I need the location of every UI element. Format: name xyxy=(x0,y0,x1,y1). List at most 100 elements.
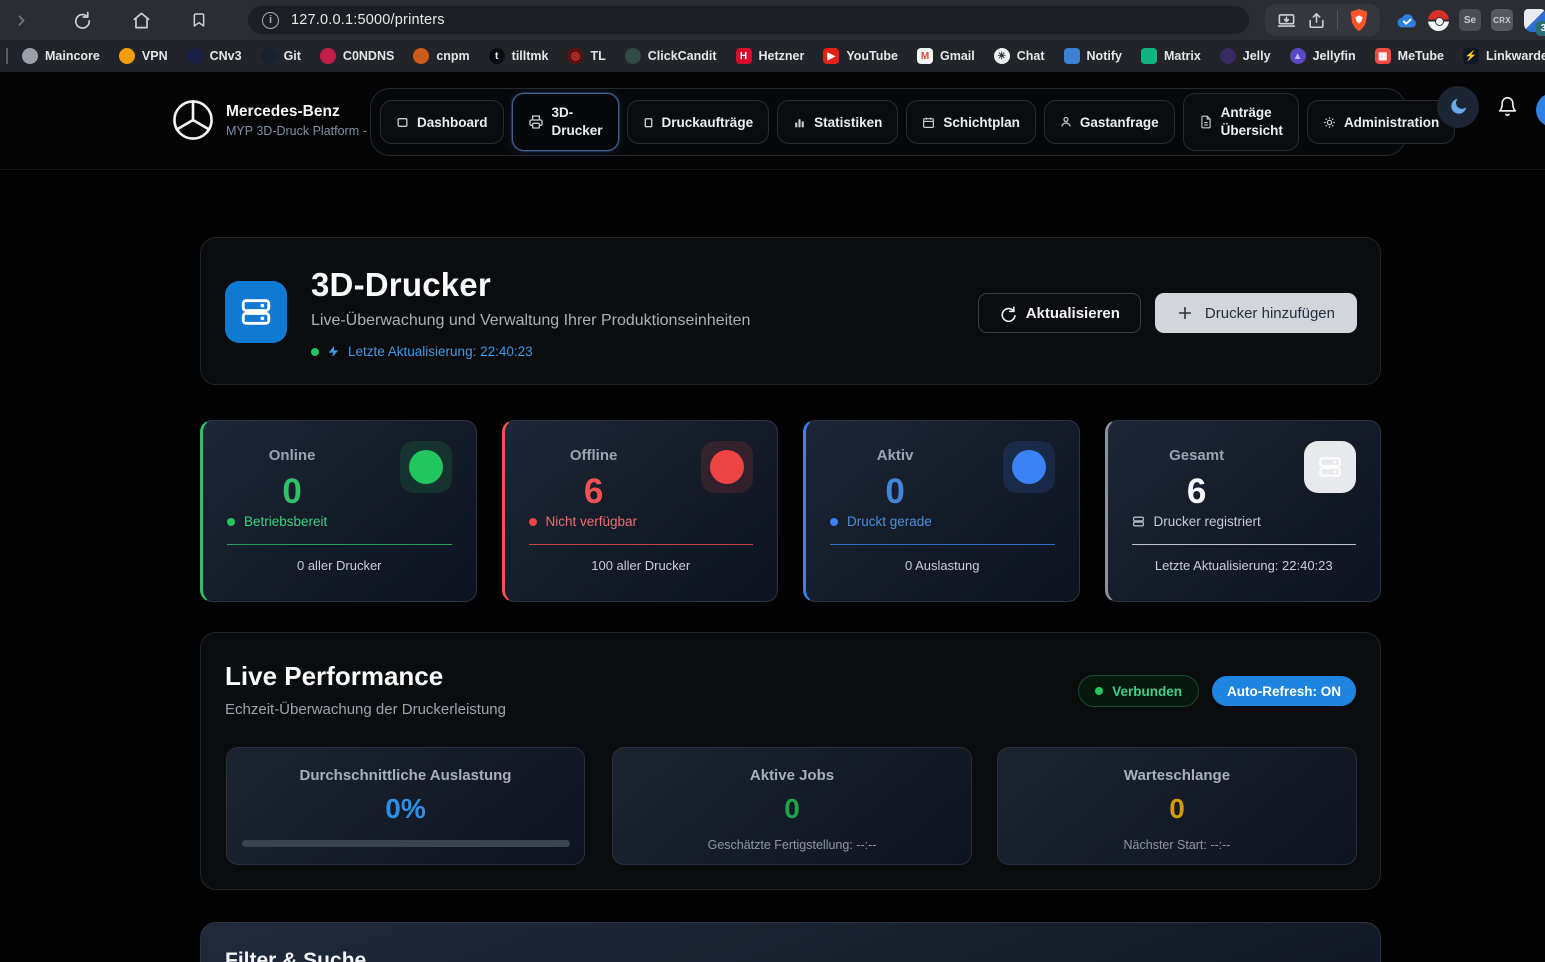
dashboard-icon xyxy=(396,116,409,129)
selenium-extension-icon[interactable]: Se xyxy=(1459,9,1481,31)
nav-tab-statistiken[interactable]: Statistiken xyxy=(777,100,898,144)
filter-search-title: Filter & Suche xyxy=(225,949,366,962)
nav-tab-antraege-uebersicht[interactable]: AnträgeÜbersicht xyxy=(1183,93,1299,151)
address-bar[interactable]: i 127.0.0.1:5000/printers xyxy=(248,6,1249,34)
stat-card-aktiv: Aktiv 0 Druckt gerade 0 Auslastung xyxy=(803,420,1080,602)
bookmark-item[interactable]: CNv3 xyxy=(187,48,242,64)
main-nav: Dashboard 3D-Drucker Druckaufträge Stati… xyxy=(370,88,1406,156)
divider xyxy=(227,544,452,545)
page-header-card: 3D-Drucker Live-Überwachung und Verwaltu… xyxy=(200,237,1381,385)
nav-tab-druckauftraege[interactable]: Druckaufträge xyxy=(627,100,770,144)
bookmark-item[interactable]: ▦ MeTube xyxy=(1375,48,1444,64)
bookmark-label: TL xyxy=(590,49,605,63)
divider xyxy=(830,544,1055,545)
bookmark-label: VPN xyxy=(142,49,168,63)
share-icon[interactable] xyxy=(1301,5,1331,35)
bookmark-favicon xyxy=(22,48,38,64)
crx-extension-icon[interactable]: CRX xyxy=(1491,9,1513,31)
site-info-icon[interactable]: i xyxy=(262,12,279,29)
bookmark-item[interactable]: ▲ Jellyfin xyxy=(1290,48,1356,64)
calendar-icon xyxy=(922,116,935,129)
nav-tab-gastanfrage[interactable]: Gastanfrage xyxy=(1044,100,1175,144)
page-subtitle: Live-Überwachung und Verwaltung Ihrer Pr… xyxy=(311,312,750,330)
live-performance-card: Live Performance Echzeit-Überwachung der… xyxy=(200,632,1381,890)
avatar[interactable] xyxy=(1536,93,1545,127)
bookmark-favicon xyxy=(187,48,203,64)
refresh-button[interactable]: Aktualisieren xyxy=(978,293,1141,333)
cloud-sync-icon[interactable] xyxy=(1396,9,1418,31)
auto-refresh-toggle[interactable]: Auto-Refresh: ON xyxy=(1212,676,1356,706)
bookmark-item[interactable]: M Gmail xyxy=(917,48,975,64)
add-printer-button[interactable]: Drucker hinzufügen xyxy=(1155,293,1357,333)
stats-row: Online 0 Betriebsbereit 0 aller Drucker … xyxy=(200,420,1381,602)
bookmark-label: Git xyxy=(284,49,301,63)
bookmark-label: YouTube xyxy=(846,49,898,63)
connected-dot xyxy=(1095,687,1103,695)
bookmark-item[interactable]: ◎ TL xyxy=(567,48,605,64)
bookmark-label: tilltmk xyxy=(512,49,549,63)
nav-tab-schichtplan[interactable]: Schichtplan xyxy=(906,100,1036,144)
stat-card-gesamt: Gesamt 6 Drucker registriert Letzte Aktu… xyxy=(1105,420,1382,602)
bookmark-item[interactable]: Jelly xyxy=(1220,48,1271,64)
bookmark-item[interactable]: H Hetzner xyxy=(736,48,805,64)
bookmark-item[interactable]: Matrix xyxy=(1141,48,1201,64)
url-text[interactable]: 127.0.0.1:5000/printers xyxy=(291,12,445,28)
forward-icon[interactable] xyxy=(6,5,36,35)
stat-status: Betriebsbereit xyxy=(227,514,452,529)
bookmark-item[interactable]: ClickCandit xyxy=(625,48,717,64)
bookmark-favicon: t xyxy=(489,48,505,64)
refresh-icon xyxy=(999,305,1016,322)
reload-icon[interactable] xyxy=(66,5,96,35)
notifications-button[interactable] xyxy=(1497,96,1518,117)
live-performance-subtitle: Echzeit-Überwachung der Druckerleistung xyxy=(225,701,506,718)
stat-label: Offline xyxy=(570,447,618,464)
bookmark-label: Notify xyxy=(1087,49,1122,63)
server-mini-icon xyxy=(1132,515,1145,528)
stat-status: Druckt gerade xyxy=(830,514,1055,529)
online-dot xyxy=(311,348,319,356)
printer-server-icon xyxy=(225,281,287,343)
gear-icon xyxy=(1323,116,1336,129)
page-header-actions: Aktualisieren Drucker hinzufügen xyxy=(978,293,1357,333)
bookmark-flag-icon[interactable] xyxy=(184,5,214,35)
bookmark-favicon: H xyxy=(736,48,752,64)
bookmark-favicon xyxy=(320,48,336,64)
brave-shield-icon[interactable] xyxy=(1344,5,1374,35)
bookmark-label: MeTube xyxy=(1398,49,1444,63)
nav-tab-dashboard[interactable]: Dashboard xyxy=(380,100,504,144)
home-icon[interactable] xyxy=(126,5,156,35)
stat-value: 6 xyxy=(1187,472,1206,512)
theme-toggle-button[interactable] xyxy=(1437,86,1479,128)
bookmark-item[interactable]: t tilltmk xyxy=(489,48,549,64)
bookmark-item[interactable]: ▶ YouTube xyxy=(823,48,898,64)
bookmark-label: CNv3 xyxy=(210,49,242,63)
stat-card-online: Online 0 Betriebsbereit 0 aller Drucker xyxy=(200,420,477,602)
send-to-device-icon[interactable] xyxy=(1271,5,1301,35)
bookmark-item[interactable]: Git xyxy=(261,48,301,64)
stat-label: Aktiv xyxy=(877,447,914,464)
bookmark-favicon xyxy=(261,48,277,64)
brand-title: Mercedes-Benz xyxy=(226,103,367,121)
live-performance-title: Live Performance xyxy=(225,661,443,692)
bookmark-item[interactable]: Notify xyxy=(1064,48,1122,64)
queue-card: Warteschlange 0 Nächster Start: --:-- xyxy=(997,747,1357,865)
privacy-shield-extension-icon[interactable]: 3 xyxy=(1523,9,1545,31)
print-jobs-icon xyxy=(643,117,654,128)
bookmark-item[interactable]: VPN xyxy=(119,48,168,64)
bookmark-label: Jelly xyxy=(1243,49,1271,63)
bookmark-item[interactable]: C0NDNS xyxy=(320,48,394,64)
bookmark-label: C0NDNS xyxy=(343,49,394,63)
status-dot xyxy=(830,518,838,526)
printer-registered-icon xyxy=(1304,441,1356,493)
pokeball-extension-icon[interactable] xyxy=(1428,10,1449,31)
bookmark-item[interactable]: Maincore xyxy=(22,48,100,64)
app-header: Mercedes-Benz MYP 3D-Druck Platform - Da… xyxy=(0,72,1545,170)
toolbar-action-group xyxy=(1265,4,1380,36)
bookmark-item[interactable]: cnpm xyxy=(413,48,469,64)
bookmark-item[interactable]: ✳ Chat xyxy=(994,48,1045,64)
printer-icon xyxy=(528,114,544,130)
nav-tab-administration[interactable]: Administration xyxy=(1307,100,1455,144)
bookmark-item[interactable]: ⚡ Linkwarden xyxy=(1463,48,1545,64)
nav-tab-3d-drucker[interactable]: 3D-Drucker xyxy=(512,93,619,151)
divider xyxy=(529,544,754,545)
